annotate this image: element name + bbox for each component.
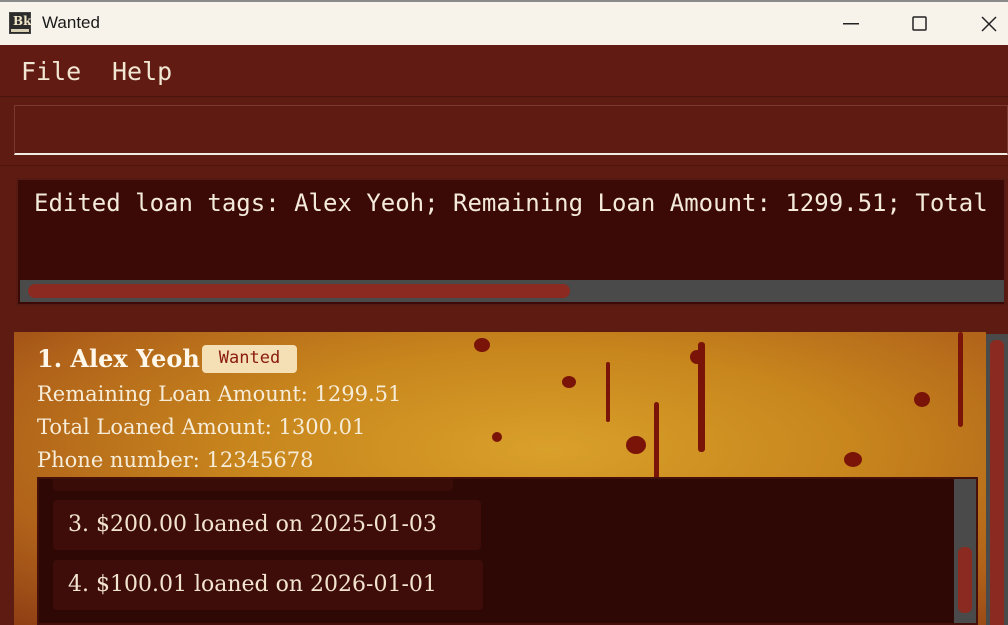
blood-drip xyxy=(654,402,659,487)
person-list-scrollbar[interactable] xyxy=(986,334,1008,625)
title-bar: Bk Wanted xyxy=(0,0,1008,45)
close-icon xyxy=(981,16,997,32)
minimize-icon xyxy=(843,23,859,25)
wanted-tag: Wanted xyxy=(202,345,297,373)
command-input[interactable] xyxy=(14,105,1008,155)
menu-file[interactable]: File xyxy=(21,57,81,86)
blood-splatter xyxy=(492,432,502,442)
person-name: 1. Alex Yeoh xyxy=(37,344,200,373)
blood-drip xyxy=(606,362,610,422)
result-display: Edited loan tags: Alex Yeoh; Remaining L… xyxy=(16,178,1006,306)
remaining-loan-amount: Remaining Loan Amount: 1299.51 xyxy=(37,382,402,406)
result-message: Edited loan tags: Alex Yeoh; Remaining L… xyxy=(34,189,1006,217)
person-list-scroll-thumb[interactable] xyxy=(990,340,1004,625)
menu-bar: File Help xyxy=(0,45,1008,97)
result-display-panel: Edited loan tags: Alex Yeoh; Remaining L… xyxy=(0,165,1008,317)
command-box-panel xyxy=(0,97,1008,165)
loan-list-scrollbar[interactable] xyxy=(954,479,976,623)
blood-splatter xyxy=(562,376,576,388)
blood-drip xyxy=(698,342,705,452)
blood-drip xyxy=(958,332,963,427)
result-scroll-thumb[interactable] xyxy=(28,284,570,298)
loan-list-item: 3. $200.00 loaned on 2025-01-03 xyxy=(53,500,481,550)
maximize-button[interactable] xyxy=(886,2,956,45)
loan-list: 3. $200.00 loaned on 2025-01-03 4. $100.… xyxy=(37,477,978,625)
maximize-icon xyxy=(912,16,927,31)
loan-list-item: 4. $100.01 loaned on 2026-01-01 xyxy=(53,560,483,610)
person-card[interactable]: 1. Alex Yeoh Wanted Remaining Loan Amoun… xyxy=(14,332,986,625)
result-horizontal-scrollbar[interactable] xyxy=(20,280,1004,302)
blood-splatter xyxy=(914,392,930,407)
loan-list-item-partial xyxy=(53,479,453,491)
total-loaned-amount: Total Loaned Amount: 1300.01 xyxy=(37,415,366,439)
app-icon: Bk xyxy=(9,12,31,34)
blood-splatter xyxy=(626,436,646,454)
minimize-button[interactable] xyxy=(816,2,886,45)
blood-splatter xyxy=(474,338,490,352)
phone-number: Phone number: 12345678 xyxy=(37,448,314,472)
window-title: Wanted xyxy=(42,13,100,32)
person-list-panel: 1. Alex Yeoh Wanted Remaining Loan Amoun… xyxy=(0,317,1008,625)
loan-list-scroll-thumb[interactable] xyxy=(958,547,972,613)
close-button[interactable] xyxy=(956,2,1008,45)
menu-help[interactable]: Help xyxy=(112,57,172,86)
blood-splatter xyxy=(844,452,862,467)
